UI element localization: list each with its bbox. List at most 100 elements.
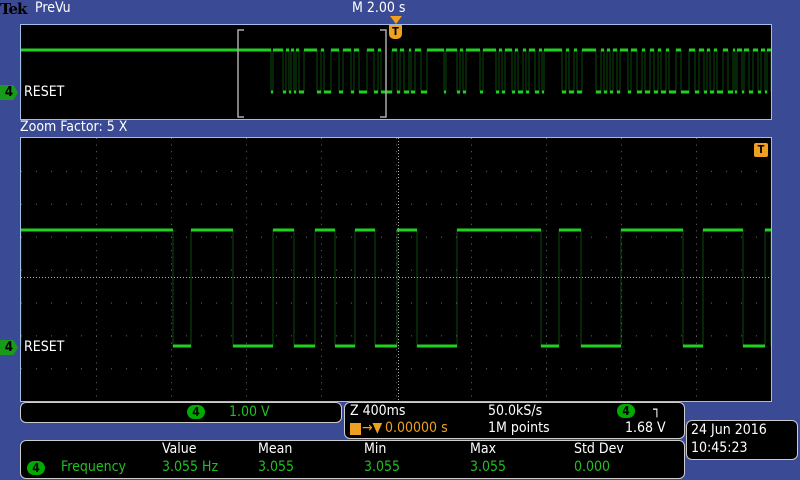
grid-dot [411,335,412,337]
center-line [477,277,478,278]
center-line [321,277,322,278]
grid-dot [171,157,172,159]
center-line [93,277,94,278]
channel-scale-box[interactable]: 4 1.00 V [20,402,342,423]
zoom-graticule[interactable] [20,137,772,402]
center-line [678,277,679,278]
center-line [420,277,421,278]
channel-4-marker[interactable]: 4 [0,340,18,355]
center-line [624,277,625,278]
grid-dot [171,375,172,377]
grid-dot [681,335,682,337]
center-line [398,396,399,397]
grid-dot [546,184,547,186]
grid-dot [396,151,397,153]
main-channel-label: RESET [24,339,65,355]
center-line [543,277,544,278]
grid-dot [441,368,442,370]
center-line [84,277,85,278]
grid-dot [471,263,472,265]
center-line [708,277,709,278]
grid-dot [321,223,322,225]
grid-dot [696,190,697,192]
grid-dot [621,375,622,377]
grid-dot [216,335,217,337]
grid-dot [546,269,547,271]
center-line [630,277,631,278]
grid-dot [546,309,547,311]
grid-dot [96,335,97,337]
center-line [330,277,331,278]
center-line [398,141,399,142]
channel-4-marker-preview[interactable]: 4 [0,85,18,100]
center-line [450,277,451,278]
center-line [414,277,415,278]
grid-dot [471,382,472,384]
center-line [36,277,37,278]
grid-dot [156,236,157,238]
grid-dot [651,203,652,205]
grid-dot [711,368,712,370]
center-line [393,277,394,278]
grid-dot [171,170,172,172]
grid-dot [666,335,667,337]
center-line [489,277,490,278]
grid-dot [546,190,547,192]
center-line [504,277,505,278]
grid-dot [546,316,547,318]
grid-dot [696,243,697,245]
zoom-region-bracket [237,29,244,118]
grid-dot [666,203,667,205]
grid-dot [81,269,82,271]
center-line [398,177,399,178]
grid-dot [456,368,457,370]
grid-dot [531,302,532,304]
center-line [471,277,472,278]
grid-dot [216,368,217,370]
timebase-readout[interactable]: M 2.00 s [352,0,405,16]
center-line [398,342,399,343]
center-line [398,246,399,247]
center-line [249,277,250,278]
grid-dot [36,269,37,271]
grid-dot [471,316,472,318]
grid-dot [246,355,247,357]
grid-dot [201,368,202,370]
grid-dot [351,302,352,304]
grid-dot [696,342,697,344]
center-line [398,309,399,310]
center-line [114,277,115,278]
grid-dot [471,203,472,205]
center-line [522,277,523,278]
grid-dot [396,164,397,166]
grid-dot [411,236,412,238]
center-line [726,277,727,278]
center-line [738,277,739,278]
center-line [525,277,526,278]
datetime-box[interactable]: 24 Jun 2016 10:45:23 [686,420,798,460]
grid-dot [246,230,247,232]
grid-dot [321,210,322,212]
grid-dot [246,164,247,166]
acquisition-box[interactable]: Z 400ms 50.0kS/s 4 ┐ →▼ 0.00000 s 1M poi… [344,402,685,439]
grid-dot [471,269,472,271]
center-line [444,277,445,278]
grid-dot [36,236,37,238]
center-line [510,277,511,278]
center-line [246,277,247,278]
grid-dot [246,157,247,159]
grid-dot [546,256,547,258]
grid-dot [471,256,472,258]
grid-dot [246,243,247,245]
grid-dot [246,151,247,153]
grid-dot [471,210,472,212]
grid-dot [546,263,547,265]
center-line [537,277,538,278]
grid-dot [171,144,172,146]
center-line [303,277,304,278]
center-line [204,277,205,278]
measurement-box[interactable]: Value Mean Min Max Std Dev 4 Frequency 3… [20,440,685,479]
grid-dot [351,203,352,205]
grid-dot [741,368,742,370]
grid-dot [96,269,97,271]
